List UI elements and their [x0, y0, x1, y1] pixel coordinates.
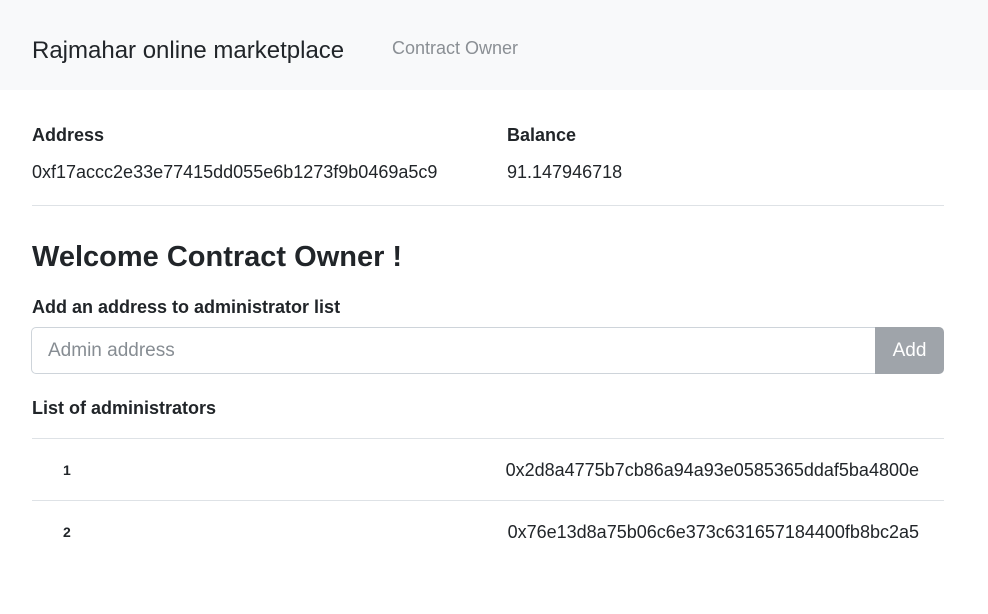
divider	[32, 205, 944, 206]
admin-address: 0x76e13d8a75b06c6e373c631657184400fb8bc2…	[507, 522, 919, 542]
brand-title[interactable]: Rajmahar online marketplace	[32, 36, 344, 66]
add-admin-label: Add an address to administrator list	[32, 297, 341, 317]
add-admin-form: Add	[31, 327, 944, 374]
admin-address-input[interactable]	[31, 327, 876, 374]
admin-list-label: List of administrators	[32, 398, 217, 418]
table-row: 1 0x2d8a4775b7cb86a94a93e0585365ddaf5ba4…	[32, 438, 944, 500]
table-row: 2 0x76e13d8a75b06c6e373c631657184400fb8b…	[32, 500, 944, 562]
navbar: Rajmahar online marketplace Contract Own…	[0, 0, 988, 90]
address-label: Address	[32, 125, 105, 145]
balance-value: 91.147946718	[507, 162, 623, 182]
row-index: 1	[63, 462, 71, 478]
nav-link-contract-owner[interactable]: Contract Owner	[392, 37, 518, 59]
add-button[interactable]: Add	[875, 327, 944, 374]
balance-label: Balance	[507, 125, 577, 145]
admin-address: 0x2d8a4775b7cb86a94a93e0585365ddaf5ba480…	[505, 460, 919, 480]
welcome-heading: Welcome Contract Owner !	[32, 241, 403, 273]
address-value: 0xf17accc2e33e77415dd055e6b1273f9b0469a5…	[32, 162, 438, 182]
row-index: 2	[63, 524, 71, 540]
admin-table: 1 0x2d8a4775b7cb86a94a93e0585365ddaf5ba4…	[32, 438, 944, 562]
